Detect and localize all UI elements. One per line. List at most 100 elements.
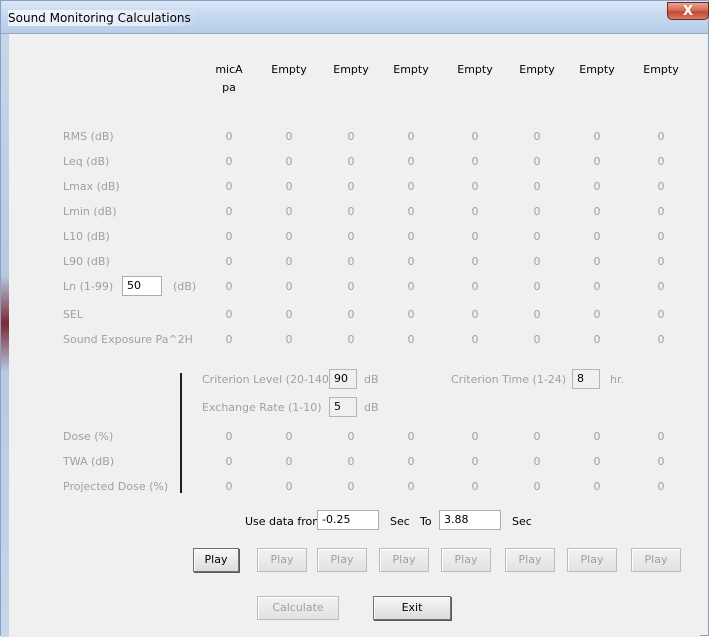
metric-value: 0 bbox=[471, 130, 479, 143]
metric-value: 0 bbox=[407, 333, 415, 346]
metric-label: Ln (1-99) bbox=[63, 280, 114, 293]
play-button-4[interactable]: Play bbox=[379, 548, 429, 572]
criterion-level-field[interactable]: 90 bbox=[329, 369, 357, 389]
metric-value: 0 bbox=[285, 180, 293, 193]
metric-value: 0 bbox=[347, 230, 355, 243]
dose-section-divider bbox=[180, 373, 182, 493]
metric-value: 0 bbox=[225, 155, 233, 168]
metric-value: 0 bbox=[593, 333, 601, 346]
metric-label: L10 (dB) bbox=[63, 230, 110, 243]
dose-metric-value: 0 bbox=[533, 430, 541, 443]
play-button-3[interactable]: Play bbox=[317, 548, 367, 572]
metric-value: 0 bbox=[285, 155, 293, 168]
criterion-level-label: Criterion Level (20-140) bbox=[202, 373, 334, 386]
metric-value: 0 bbox=[285, 280, 293, 293]
metric-value: 0 bbox=[533, 230, 541, 243]
use-data-label: Use data from bbox=[245, 515, 323, 528]
play-button-label: Play bbox=[204, 553, 228, 566]
metric-value: 0 bbox=[657, 308, 665, 321]
metric-value: 0 bbox=[407, 280, 415, 293]
column-header-line: Empty bbox=[271, 63, 307, 76]
play-button-7[interactable]: Play bbox=[567, 548, 617, 572]
column-header-5: Empty bbox=[445, 61, 505, 79]
dose-metric-value: 0 bbox=[533, 455, 541, 468]
calculate-button[interactable]: Calculate bbox=[257, 596, 339, 620]
play-button-1[interactable]: Play bbox=[193, 548, 239, 572]
from-time-text: -0.25 bbox=[322, 513, 351, 526]
metric-value: 0 bbox=[593, 308, 601, 321]
client-area: micA pa Empty Empty Empty Empty Empty Empty Empt… bbox=[9, 34, 700, 637]
metric-value: 0 bbox=[471, 308, 479, 321]
metric-value: 0 bbox=[657, 230, 665, 243]
ln-unit-label: (dB) bbox=[173, 280, 197, 293]
metric-value: 0 bbox=[533, 280, 541, 293]
exit-button[interactable]: Exit bbox=[373, 596, 451, 620]
criterion-level-text: 90 bbox=[334, 372, 348, 385]
metric-value: 0 bbox=[657, 280, 665, 293]
metric-label: RMS (dB) bbox=[63, 130, 114, 143]
column-header-6: Empty bbox=[507, 61, 567, 79]
metric-value: 0 bbox=[593, 155, 601, 168]
metric-value: 0 bbox=[657, 205, 665, 218]
metric-value: 0 bbox=[533, 255, 541, 268]
metric-value: 0 bbox=[225, 280, 233, 293]
metric-value: 0 bbox=[593, 130, 601, 143]
metric-value: 0 bbox=[593, 230, 601, 243]
metric-value: 0 bbox=[347, 255, 355, 268]
dose-metric-value: 0 bbox=[471, 480, 479, 493]
metric-value: 0 bbox=[471, 280, 479, 293]
from-time-field[interactable]: -0.25 bbox=[317, 510, 379, 530]
metric-value: 0 bbox=[533, 180, 541, 193]
title-bar[interactable]: Sound Monitoring Calculations X bbox=[1, 1, 709, 34]
column-header-1: micA pa bbox=[199, 61, 259, 97]
metric-value: 0 bbox=[347, 333, 355, 346]
exchange-rate-field[interactable]: 5 bbox=[329, 397, 357, 417]
play-button-label: Play bbox=[454, 553, 478, 566]
play-button-2[interactable]: Play bbox=[257, 548, 307, 572]
criterion-time-text: 8 bbox=[577, 372, 584, 385]
metric-value: 0 bbox=[225, 333, 233, 346]
sound-monitoring-window: Sound Monitoring Calculations X micA pa Em… bbox=[0, 0, 709, 637]
dose-metric-value: 0 bbox=[347, 455, 355, 468]
exchange-rate-unit: dB bbox=[364, 401, 379, 414]
column-header-3: Empty bbox=[321, 61, 381, 79]
close-icon: X bbox=[682, 4, 694, 19]
dose-metric-label: TWA (dB) bbox=[63, 455, 115, 468]
column-header-line: Empty bbox=[643, 63, 679, 76]
metric-value: 0 bbox=[657, 180, 665, 193]
metric-value: 0 bbox=[285, 205, 293, 218]
ln-value-field[interactable]: 50 bbox=[122, 276, 162, 296]
dose-metric-value: 0 bbox=[657, 455, 665, 468]
column-header-line: Empty bbox=[333, 63, 369, 76]
metric-value: 0 bbox=[471, 205, 479, 218]
metric-value: 0 bbox=[593, 280, 601, 293]
close-button[interactable]: X bbox=[667, 2, 709, 20]
criterion-time-field[interactable]: 8 bbox=[572, 369, 600, 389]
window-title: Sound Monitoring Calculations bbox=[8, 10, 197, 26]
criterion-time-label: Criterion Time (1-24) bbox=[451, 373, 567, 386]
metric-value: 0 bbox=[657, 130, 665, 143]
dose-metric-value: 0 bbox=[285, 480, 293, 493]
dose-metric-value: 0 bbox=[407, 455, 415, 468]
metric-value: 0 bbox=[407, 308, 415, 321]
column-header-7: Empty bbox=[567, 61, 627, 79]
metric-value: 0 bbox=[593, 205, 601, 218]
dose-metric-value: 0 bbox=[593, 480, 601, 493]
play-button-label: Play bbox=[392, 553, 416, 566]
metric-value: 0 bbox=[471, 155, 479, 168]
metric-label: Lmin (dB) bbox=[63, 205, 117, 218]
metric-value: 0 bbox=[347, 280, 355, 293]
metric-value: 0 bbox=[225, 205, 233, 218]
dose-metric-value: 0 bbox=[471, 455, 479, 468]
dose-metric-value: 0 bbox=[593, 430, 601, 443]
to-time-field[interactable]: 3.88 bbox=[439, 510, 501, 530]
column-header-4: Empty bbox=[381, 61, 441, 79]
play-button-8[interactable]: Play bbox=[631, 548, 681, 572]
play-button-6[interactable]: Play bbox=[505, 548, 555, 572]
metric-value: 0 bbox=[407, 230, 415, 243]
metric-value: 0 bbox=[471, 230, 479, 243]
metric-value: 0 bbox=[285, 130, 293, 143]
play-button-5[interactable]: Play bbox=[441, 548, 491, 572]
metric-value: 0 bbox=[533, 130, 541, 143]
metric-value: 0 bbox=[225, 230, 233, 243]
